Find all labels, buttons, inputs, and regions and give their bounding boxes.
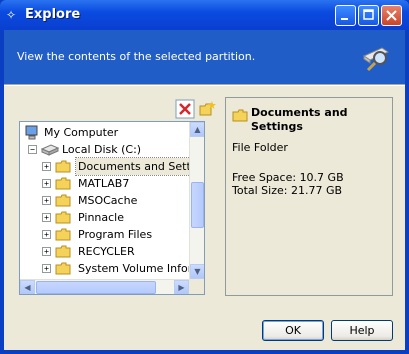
minimize-button[interactable] — [335, 5, 356, 26]
folder-icon — [55, 262, 71, 275]
maximize-icon — [363, 9, 374, 20]
folder-icon — [232, 109, 248, 122]
tree-label: RECYCLER — [78, 245, 135, 258]
scroll-thumb[interactable] — [191, 182, 204, 228]
app-icon: ✧ — [6, 8, 17, 22]
header-description: View the contents of the selected partit… — [17, 50, 256, 63]
tree-node-folder[interactable]: + Documents and Settings — [40, 157, 204, 176]
header-separator — [4, 84, 405, 86]
window-title: Explore — [25, 7, 81, 22]
close-icon — [386, 10, 397, 21]
folder-icon — [55, 194, 71, 207]
help-button[interactable]: Help — [331, 320, 393, 341]
close-button[interactable] — [381, 5, 402, 26]
tree-label: Local Disk (C:) — [62, 143, 142, 156]
scroll-left-button[interactable]: ◀ — [20, 280, 35, 294]
scroll-corner — [189, 279, 204, 294]
title-bar[interactable]: ✧ Explore — [0, 0, 409, 30]
folder-icon — [55, 160, 71, 173]
folder-icon — [55, 211, 71, 224]
tree-label: Documents and Settings — [75, 157, 204, 176]
details-panel: Documents and Settings File Folder Free … — [225, 97, 393, 296]
horizontal-scrollbar[interactable]: ◀ ▶ — [20, 279, 189, 294]
expand-icon[interactable]: + — [42, 196, 51, 205]
folder-icon — [55, 177, 71, 190]
wizard-header: View the contents of the selected partit… — [4, 30, 405, 84]
expand-icon[interactable]: + — [42, 162, 51, 171]
folder-icon — [55, 245, 71, 258]
tree-node-folder[interactable]: + MATLAB7 — [40, 175, 200, 192]
scroll-down-button[interactable]: ▼ — [190, 264, 204, 279]
expand-icon[interactable]: + — [42, 247, 51, 256]
ok-button[interactable]: OK — [262, 320, 324, 341]
folder-icon — [55, 228, 71, 241]
computer-icon — [25, 125, 38, 140]
folder-tree[interactable]: My Computer − Local Disk (C:) + Document… — [19, 121, 205, 295]
tree-label: Program Files — [78, 228, 153, 241]
minimize-icon — [341, 18, 348, 20]
scroll-right-button[interactable]: ▶ — [174, 280, 189, 294]
tree-label: MSOCache — [78, 194, 138, 207]
collapse-icon[interactable]: − — [28, 145, 37, 154]
details-total-size: Total Size: 21.77 GB — [232, 184, 343, 197]
tree-label: System Volume Information — [78, 262, 190, 275]
details-title: Documents and Settings — [251, 106, 348, 133]
tree-node-folder[interactable]: + Program Files — [40, 226, 200, 243]
expand-icon[interactable]: + — [42, 230, 51, 239]
scroll-thumb[interactable] — [36, 281, 156, 294]
details-free-space: Free Space: 10.7 GB — [232, 171, 344, 184]
vertical-scrollbar[interactable]: ▲ ▼ — [189, 122, 204, 279]
tree-node-local-disk[interactable]: − Local Disk (C:) — [24, 141, 204, 158]
expand-icon[interactable]: + — [42, 264, 51, 273]
drive-icon — [41, 144, 59, 156]
tree-label: MATLAB7 — [78, 177, 130, 190]
tree-node-folder[interactable]: + System Volume Information — [40, 260, 190, 277]
expand-icon[interactable]: + — [42, 213, 51, 222]
tree-label: My Computer — [44, 126, 119, 139]
scroll-up-button[interactable]: ▲ — [190, 122, 204, 137]
explore-window: ✧ Explore View the contents of the selec… — [0, 0, 409, 354]
tree-node-my-computer[interactable]: My Computer — [24, 124, 204, 141]
tree-node-folder[interactable]: + MSOCache — [40, 192, 200, 209]
tree-node-folder[interactable]: + Pinnacle — [40, 209, 200, 226]
tree-node-folder[interactable]: + RECYCLER — [40, 243, 200, 260]
details-type: File Folder — [232, 141, 288, 154]
new-folder-icon[interactable] — [198, 99, 218, 119]
expand-icon[interactable]: + — [42, 179, 51, 188]
maximize-button[interactable] — [358, 5, 379, 26]
magnifier-drive-icon — [362, 47, 390, 72]
delete-icon[interactable] — [175, 99, 195, 119]
tree-label: Pinnacle — [78, 211, 125, 224]
dialog-body: View the contents of the selected partit… — [4, 30, 405, 350]
